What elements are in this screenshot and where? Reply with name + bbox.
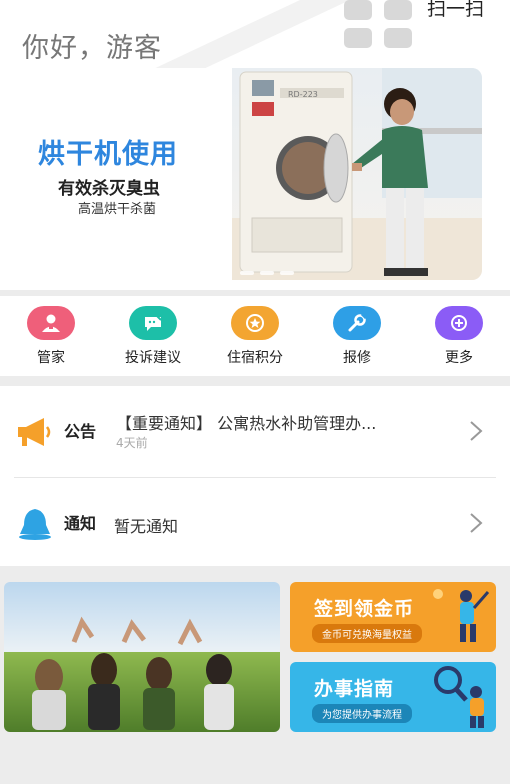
promo-banner[interactable]: 烘干机使用 有效杀灭臭虫 高温烘干杀菌 RD-223 xyxy=(20,68,482,280)
menu-item-more[interactable]: 更多 xyxy=(408,296,510,376)
chevron-right-icon xyxy=(470,421,483,441)
notice-panel: 公告 【重要通知】 公寓热水补助管理办... 4天前 通知 暂无通知 xyxy=(0,386,510,566)
menu-label-repair: 报修 xyxy=(343,350,371,366)
friends-photo[interactable] xyxy=(4,582,280,732)
announcement-row[interactable]: 公告 【重要通知】 公寓热水补助管理办... 4天前 xyxy=(0,386,510,476)
complaint-icon xyxy=(129,306,177,340)
header: 你好，游客 扫一扫 烘干机使用 有效杀灭臭虫 高温烘干杀菌 RD-223 xyxy=(0,0,510,290)
banner-subtitle: 有效杀灭臭虫 xyxy=(58,179,160,199)
banner-pager xyxy=(240,260,300,279)
machine-label: RD-223 xyxy=(288,90,318,99)
menu-label-points: 住宿积分 xyxy=(227,350,283,366)
more-icon xyxy=(435,306,483,340)
points-icon xyxy=(231,306,279,340)
announcement-title: 公告 xyxy=(64,422,97,441)
menu-label-more: 更多 xyxy=(445,350,473,366)
bell-icon xyxy=(19,509,51,540)
announcement-text: 【重要通知】 公寓热水补助管理办... xyxy=(116,414,377,433)
grid-icon[interactable] xyxy=(344,0,416,52)
guide-caption: 为您提供办事流程 xyxy=(312,704,412,723)
app-page: 你好，游客 扫一扫 烘干机使用 有效杀灭臭虫 高温烘干杀菌 RD-223 管家 … xyxy=(0,0,510,784)
banner-title: 烘干机使用 xyxy=(38,139,178,170)
guide-title: 办事指南 xyxy=(314,678,395,700)
magnifier-person-icon xyxy=(434,666,484,728)
notification-text: 暂无通知 xyxy=(114,517,179,536)
coin-person-icon xyxy=(433,589,490,642)
announcement-time: 4天前 xyxy=(116,436,148,450)
chevron-right-icon xyxy=(470,513,483,533)
menu-item-points[interactable]: 住宿积分 xyxy=(204,296,306,376)
scan-button[interactable]: 扫一扫 xyxy=(427,0,484,21)
menu-label-butler: 管家 xyxy=(37,350,65,366)
quick-menu: 管家 投诉建议 住宿积分 报修 更多 xyxy=(0,296,510,376)
wrench-icon xyxy=(333,306,381,340)
notification-title: 通知 xyxy=(64,514,97,533)
menu-item-repair[interactable]: 报修 xyxy=(306,296,408,376)
megaphone-icon xyxy=(18,418,51,446)
guide-card[interactable]: 办事指南 为您提供办事流程 xyxy=(290,662,496,732)
checkin-title: 签到领金币 xyxy=(314,598,415,620)
menu-item-complaint[interactable]: 投诉建议 xyxy=(102,296,204,376)
menu-item-butler[interactable]: 管家 xyxy=(0,296,102,376)
greeting-text: 你好，游客 xyxy=(22,33,162,64)
dryer-photo: RD-223 xyxy=(232,68,482,280)
banner-caption: 高温烘干杀菌 xyxy=(78,202,157,217)
butler-icon xyxy=(27,306,75,340)
notification-row[interactable]: 通知 暂无通知 xyxy=(0,478,510,568)
checkin-card[interactable]: 签到领金币 金币可兑换海量权益 xyxy=(290,582,496,652)
checkin-caption: 金币可兑换海量权益 xyxy=(312,624,422,643)
menu-label-complaint: 投诉建议 xyxy=(125,350,181,366)
